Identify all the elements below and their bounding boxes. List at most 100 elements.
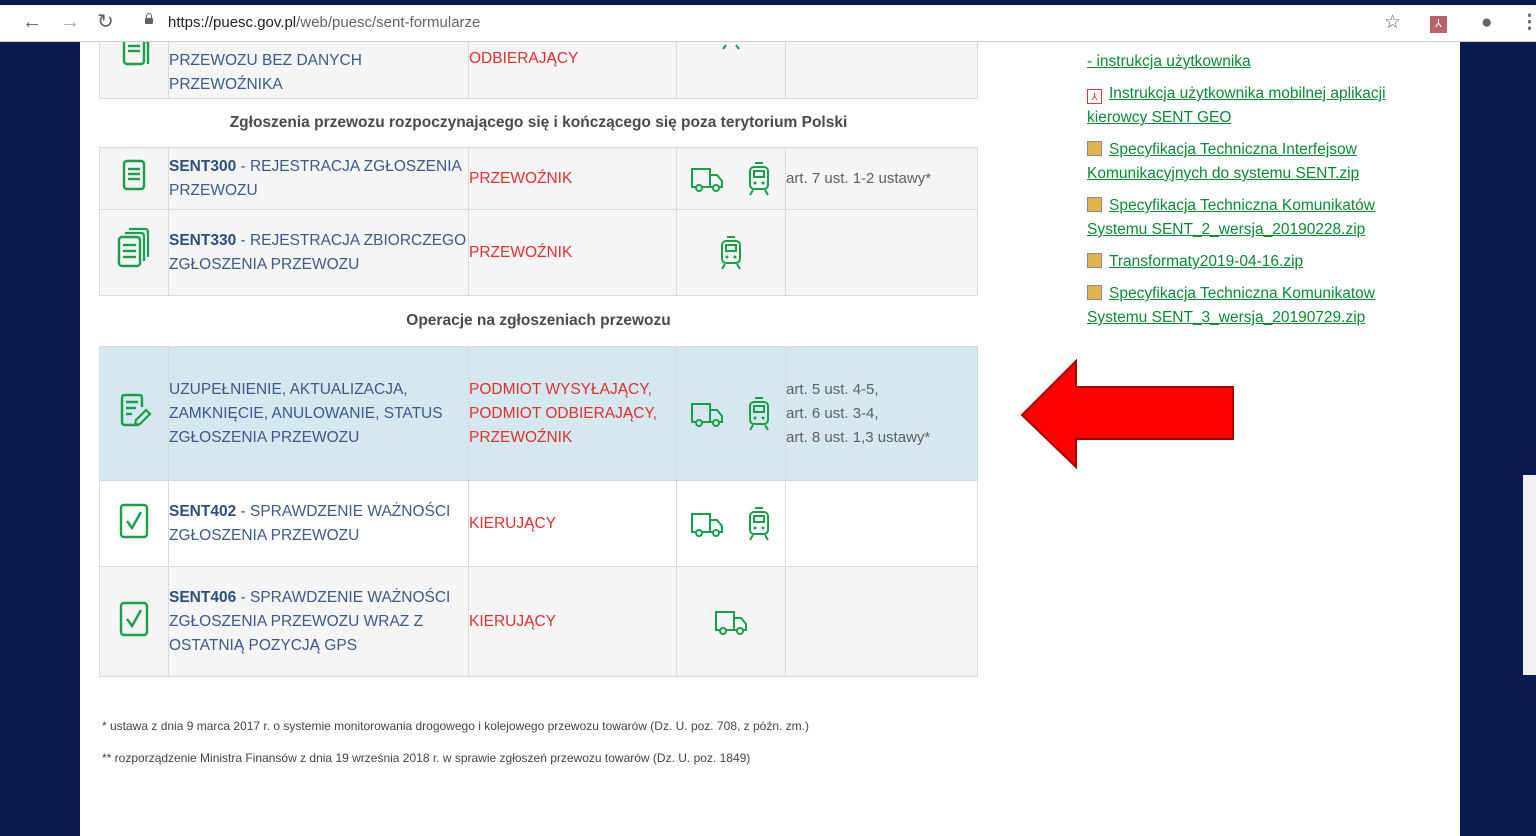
truck-icon — [690, 167, 723, 192]
form-code[interactable]: SENT402 — [169, 503, 236, 520]
truck-icon — [690, 402, 723, 427]
document-link[interactable]: Specyfikacja Techniczna Interfejsow Komu… — [1087, 141, 1359, 182]
form-name-line: PRZEWOŹNIKA — [169, 75, 283, 93]
account-icon[interactable]: ● — [1481, 10, 1492, 36]
document-link[interactable]: Transformaty2019-04-16.zip — [1109, 253, 1303, 270]
form-icon-cell — [99, 209, 169, 296]
document-icon — [122, 42, 150, 66]
truck-icon — [690, 512, 723, 537]
address-bar[interactable]: https://puesc.gov.pl/web/puesc/sent-form… — [168, 14, 480, 31]
documents-link-list: - instrukcja użytkownika ⅄ Instrukcja uży… — [1087, 50, 1407, 338]
law-line: art. 5 ust. 4-5, — [786, 380, 879, 398]
train-icon — [722, 42, 740, 50]
law-cell: art. 7 ust. 1-2 ustawy* — [785, 147, 978, 210]
law-line: art. 6 ust. 3-4, — [786, 404, 879, 422]
zip-file-icon — [1087, 285, 1102, 300]
url-path: /web/puesc/sent-formularze — [296, 14, 481, 31]
reload-icon[interactable]: ↻ — [97, 9, 114, 35]
link-item[interactable]: Specyfikacja Techniczna Komunikatow Syst… — [1087, 282, 1407, 330]
train-icon — [749, 161, 770, 196]
law-cell: art. 5 ust. 4-5, art. 6 ust. 3-4, art. 8… — [785, 346, 978, 481]
browser-toolbar: ← → ↻ https://puesc.gov.pl/web/puesc/sen… — [0, 5, 1536, 42]
form-name-cell[interactable]: UZUPEŁNIENIE, AKTUALIZACJA, ZAMKNIĘCIE, … — [168, 346, 469, 481]
scrollbar[interactable] — [1523, 475, 1536, 675]
footnote-act: * ustawa z dnia 9 marca 2017 r. o system… — [102, 719, 810, 733]
vehicle-cell — [676, 209, 786, 296]
table-row: PRZEWOZU BEZ DANYCH PRZEWOŹNIKA ODBIERAJ… — [99, 42, 978, 99]
menu-dots-icon[interactable]: ⋮ — [1520, 10, 1536, 36]
check-document-icon — [119, 601, 149, 637]
law-line: art. 8 ust. 1,3 ustawy* — [786, 428, 931, 446]
multi-document-icon — [117, 227, 150, 268]
train-icon — [721, 235, 741, 270]
role-cell: PODMIOT WYSYŁAJĄCY, PODMIOT ODBIERAJĄCY,… — [468, 346, 677, 481]
forms-table: PRZEWOZU BEZ DANYCH PRZEWOŹNIKA ODBIERAJ… — [99, 42, 978, 677]
zip-file-icon — [1087, 197, 1102, 212]
url-host: https://puesc.gov.pl — [168, 14, 297, 31]
vehicle-cell — [676, 147, 786, 210]
law-cell — [785, 42, 978, 99]
train-icon — [749, 396, 770, 431]
document-link[interactable]: - instrukcja użytkownika — [1087, 53, 1251, 70]
red-arrow-annotation — [1020, 359, 1234, 470]
forward-arrow-icon[interactable]: → — [60, 9, 80, 35]
form-icon-cell — [99, 42, 169, 99]
zip-file-icon — [1087, 141, 1102, 156]
role-cell: ODBIERAJĄCY — [468, 42, 677, 99]
pdf-file-icon: ⅄ — [1087, 89, 1102, 104]
table-row-sent300[interactable]: SENT300 - REJESTRACJA ZGŁOSZENIA PRZEWOZ… — [99, 147, 978, 210]
table-row-sent406[interactable]: SENT406 - SPRAWDZENIE WAŻNOŚCI ZGŁOSZENI… — [99, 566, 978, 677]
form-name-cell: PRZEWOZU BEZ DANYCH PRZEWOŹNIKA — [168, 42, 469, 99]
back-arrow-icon[interactable]: ← — [22, 9, 42, 35]
form-icon-cell — [99, 346, 169, 481]
form-name-line: PRZEWOZU BEZ DANYCH — [169, 51, 362, 69]
train-icon — [749, 506, 770, 541]
link-item[interactable]: Transformaty2019-04-16.zip — [1087, 250, 1407, 274]
role-cell: PRZEWOŹNIK — [468, 209, 677, 296]
document-link[interactable]: Specyfikacja Techniczna Komunikatów Syst… — [1087, 197, 1375, 238]
document-link[interactable]: Specyfikacja Techniczna Komunikatow Syst… — [1087, 285, 1375, 326]
form-name-cell[interactable]: SENT406 - SPRAWDZENIE WAŻNOŚCI ZGŁOSZENI… — [168, 566, 469, 677]
section-title: Operacje na zgłoszeniach przewozu — [99, 295, 978, 347]
link-item[interactable]: - instrukcja użytkownika — [1087, 50, 1407, 74]
vehicle-cell — [676, 566, 786, 677]
form-name-cell[interactable]: SENT300 - REJESTRACJA ZGŁOSZENIA PRZEWOZ… — [168, 147, 469, 210]
vehicle-cell — [676, 346, 786, 481]
link-item[interactable]: ⅄ Instrukcja użytkownika mobilnej aplikac… — [1087, 82, 1407, 130]
form-icon-cell — [99, 147, 169, 210]
section-header-row: Zgłoszenia przewozu rozpoczynającego się… — [99, 98, 978, 148]
check-document-icon — [119, 503, 149, 539]
section-title: Zgłoszenia przewozu rozpoczynającego się… — [99, 98, 978, 148]
form-icon-cell — [99, 566, 169, 677]
form-icon-cell — [99, 480, 169, 567]
link-item[interactable]: Specyfikacja Techniczna Interfejsow Komu… — [1087, 138, 1407, 186]
pdf-extension-icon[interactable]: ⅄ — [1430, 16, 1447, 33]
vehicle-cell — [676, 42, 786, 99]
truck-icon — [715, 610, 747, 635]
table-row-sent402[interactable]: SENT402 - SPRAWDZENIE WAŻNOŚCI ZGŁOSZENI… — [99, 480, 978, 567]
form-name-cell[interactable]: SENT402 - SPRAWDZENIE WAŻNOŚCI ZGŁOSZENI… — [168, 480, 469, 567]
vehicle-cell — [676, 480, 786, 567]
page-content: PRZEWOZU BEZ DANYCH PRZEWOŹNIKA ODBIERAJ… — [80, 42, 1460, 836]
table-row-operations[interactable]: UZUPEŁNIENIE, AKTUALIZACJA, ZAMKNIĘCIE, … — [99, 346, 978, 481]
lock-icon — [145, 13, 153, 24]
form-name-cell[interactable]: SENT330 - REJESTRACJA ZBIORCZEGO ZGŁOSZE… — [168, 209, 469, 296]
zip-file-icon — [1087, 253, 1102, 268]
law-cell — [785, 209, 978, 296]
section-header-row: Operacje na zgłoszeniach przewozu — [99, 295, 978, 347]
footnote-regulation: ** rozporządzenie Ministra Finansów z dn… — [102, 751, 751, 765]
role-cell: KIERUJĄCY — [468, 480, 677, 567]
edit-document-icon — [120, 393, 152, 427]
role-cell: KIERUJĄCY — [468, 566, 677, 677]
link-item[interactable]: Specyfikacja Techniczna Komunikatów Syst… — [1087, 194, 1407, 242]
law-cell — [785, 566, 978, 677]
star-icon[interactable]: ☆ — [1384, 10, 1401, 36]
form-code[interactable]: SENT406 — [169, 589, 236, 606]
table-row-sent330[interactable]: SENT330 - REJESTRACJA ZBIORCZEGO ZGŁOSZE… — [99, 209, 978, 296]
document-link[interactable]: Instrukcja użytkownika mobilnej aplikacj… — [1087, 85, 1386, 126]
document-icon — [122, 159, 146, 191]
law-cell — [785, 480, 978, 567]
role-cell: PRZEWOŹNIK — [468, 147, 677, 210]
form-code[interactable]: SENT300 — [169, 158, 236, 175]
form-code[interactable]: SENT330 — [169, 232, 236, 249]
